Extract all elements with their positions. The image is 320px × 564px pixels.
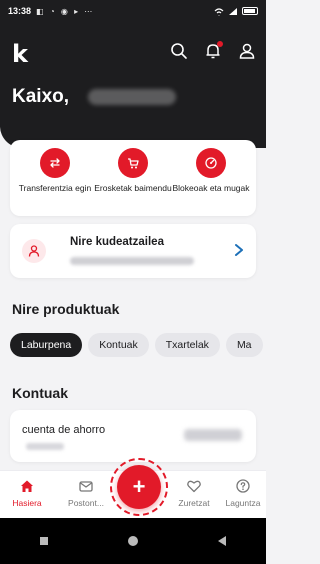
transfer-label: Transferentzia egin xyxy=(18,183,92,193)
search-icon[interactable] xyxy=(170,42,188,60)
tab-mailbox[interactable]: Postont... xyxy=(61,478,111,508)
tab-accounts[interactable]: Kontuak xyxy=(88,333,149,357)
account-name: cuenta de ahorro xyxy=(22,424,106,436)
add-button[interactable]: + xyxy=(117,465,161,509)
back-icon[interactable] xyxy=(217,535,227,547)
tab-help[interactable]: Laguntza xyxy=(218,478,268,508)
tab-mailbox-label: Postont... xyxy=(68,498,104,508)
recents-icon[interactable] xyxy=(39,536,49,546)
mail-icon xyxy=(79,481,93,492)
product-tabs: Laburpena Kontuak Txartelak Ma xyxy=(10,333,263,357)
greeting-text: Kaixo, xyxy=(12,86,70,107)
heart-icon xyxy=(187,480,201,493)
app-logo: k xyxy=(12,40,28,68)
manager-card[interactable]: Nire kudeatzailea xyxy=(10,224,256,278)
home-icon xyxy=(21,480,33,492)
blocks-limits-label: Blokeoak eta mugak xyxy=(172,183,250,193)
home-nav-icon[interactable] xyxy=(127,535,139,547)
bell-icon[interactable] xyxy=(204,41,223,60)
cart-icon xyxy=(118,148,148,178)
user-name-redacted xyxy=(88,89,176,105)
accounts-title: Kontuak xyxy=(12,385,68,401)
manager-icon xyxy=(22,239,46,263)
tab-more[interactable]: Ma xyxy=(225,333,263,357)
tab-home[interactable]: Hasiera xyxy=(2,478,52,508)
tab-help-label: Laguntza xyxy=(225,498,261,508)
tab-cards[interactable]: Txartelak xyxy=(154,333,220,357)
authorize-purchases-label: Erosketak baimendu xyxy=(94,183,172,193)
signal-icon xyxy=(229,7,237,15)
notification-badge xyxy=(217,41,223,47)
account-card[interactable]: cuenta de ahorro xyxy=(10,410,256,462)
status-bar: 13:38 ◧ ◔ ◉ ▸ ⋯ xyxy=(0,0,266,22)
transfer-icon xyxy=(40,148,70,178)
products-title: Nire produktuak xyxy=(12,301,120,317)
tab-for-you-label: Zuretzat xyxy=(178,498,210,508)
transfer-button[interactable]: Transferentzia egin xyxy=(16,148,94,216)
status-time: 13:38 xyxy=(8,6,32,16)
gauge-icon xyxy=(196,148,226,178)
tab-summary[interactable]: Laburpena xyxy=(10,333,83,357)
account-balance-redacted xyxy=(184,429,242,441)
manager-name-redacted xyxy=(70,257,194,265)
manager-title: Nire kudeatzailea xyxy=(70,236,164,248)
system-navigation-bar xyxy=(0,518,266,564)
chevron-right-icon xyxy=(235,244,243,256)
quick-actions-card: Transferentzia egin Erosketak baimendu B… xyxy=(10,140,256,216)
battery-icon xyxy=(242,7,258,15)
authorize-purchases-button[interactable]: Erosketak baimendu xyxy=(94,148,172,216)
tab-home-label: Hasiera xyxy=(12,498,42,508)
header-hero: k Kaixo, xyxy=(0,22,266,148)
notification-icons: ◧ ◔ ◉ ▸ ⋯ xyxy=(36,6,95,16)
blocks-limits-button[interactable]: Blokeoak eta mugak xyxy=(172,148,250,216)
tab-for-you[interactable]: Zuretzat xyxy=(169,478,219,508)
help-icon xyxy=(236,479,250,493)
user-icon[interactable] xyxy=(238,42,256,60)
account-number-redacted xyxy=(26,443,64,450)
system-icons xyxy=(214,7,258,16)
wifi-icon xyxy=(214,7,224,15)
